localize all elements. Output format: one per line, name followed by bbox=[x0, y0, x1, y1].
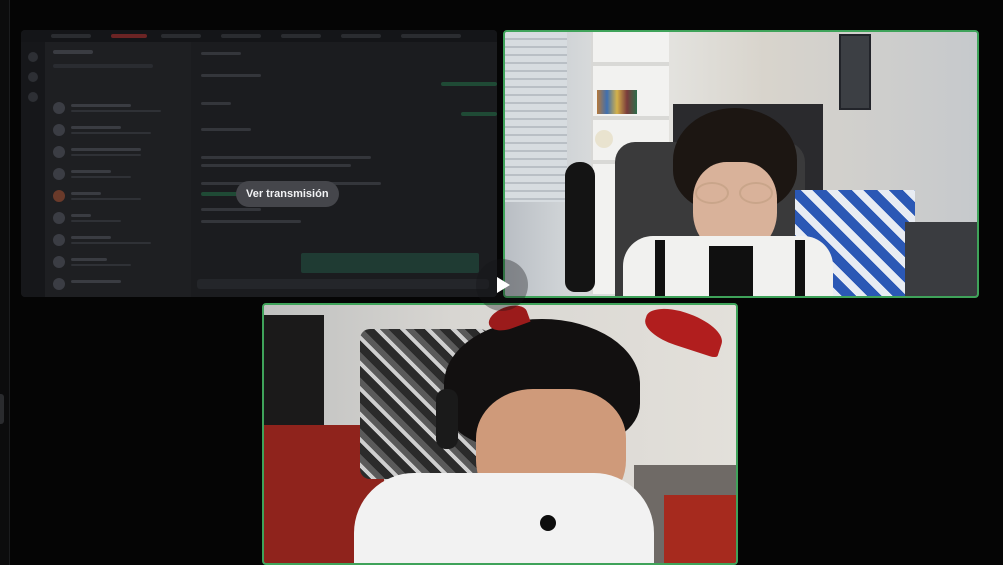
desk-globe bbox=[595, 130, 613, 148]
participant-glasses bbox=[695, 182, 775, 204]
stream-preview-titlebar bbox=[21, 30, 497, 42]
participant-camera-bottom[interactable] bbox=[262, 303, 738, 565]
stream-preview-chat bbox=[191, 42, 497, 297]
window-blinds bbox=[505, 32, 567, 202]
participant-shirt bbox=[354, 473, 654, 563]
left-sidebar-edge bbox=[0, 0, 10, 565]
wall-poster bbox=[839, 34, 871, 110]
stream-preview-tile[interactable]: Ver transmisión bbox=[21, 30, 497, 297]
headset-mic bbox=[540, 515, 556, 531]
red-cloth bbox=[664, 495, 736, 563]
headset-earcup bbox=[436, 389, 458, 449]
watch-stream-button[interactable]: Ver transmisión bbox=[236, 181, 339, 207]
participant-shirt bbox=[709, 246, 753, 296]
guitar-case bbox=[565, 162, 595, 292]
participant-camera-top[interactable] bbox=[503, 30, 979, 298]
play-button[interactable] bbox=[476, 259, 528, 311]
jacket-stripe bbox=[795, 240, 805, 296]
jacket-stripe bbox=[655, 240, 665, 296]
sidebar-collapse-handle[interactable] bbox=[0, 394, 4, 424]
dark-doorway bbox=[264, 315, 324, 425]
play-icon bbox=[497, 277, 510, 293]
stream-preview-server-rail bbox=[21, 42, 45, 297]
stream-preview-dm-list bbox=[45, 42, 191, 297]
nightstand bbox=[905, 222, 977, 296]
